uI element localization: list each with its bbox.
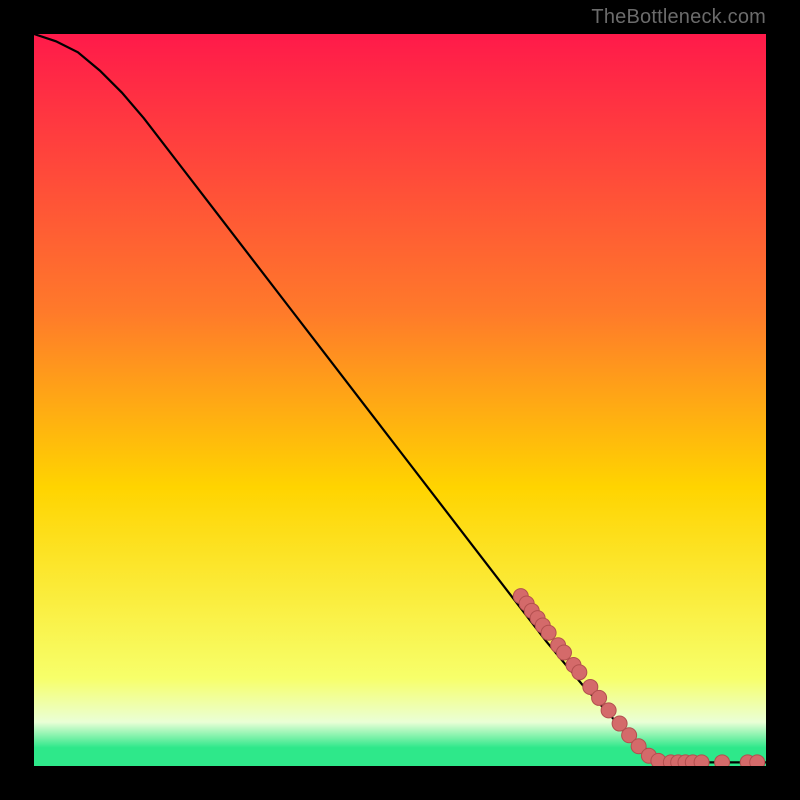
data-marker [750,755,765,766]
chart-frame [32,32,768,768]
data-marker [601,703,616,718]
watermark-text: TheBottleneck.com [591,6,766,29]
data-marker [556,645,571,660]
data-marker [541,625,556,640]
data-marker [592,690,607,705]
chart-svg [34,34,766,766]
data-marker [694,755,709,766]
gradient-background [34,34,766,766]
data-marker [572,665,587,680]
plot-area [34,34,766,766]
data-marker [715,755,730,766]
